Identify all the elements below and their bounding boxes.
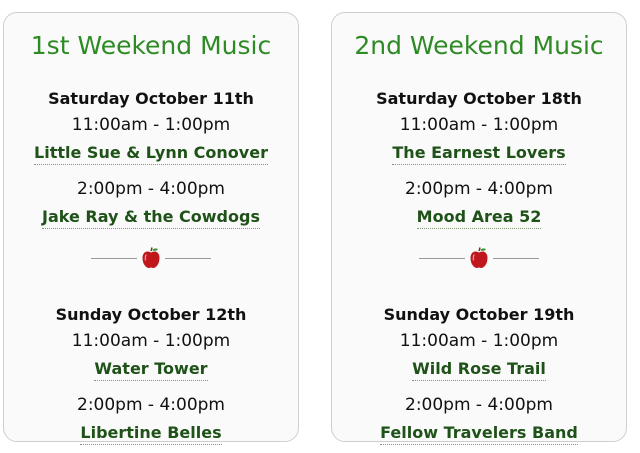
- day-heading: Sunday October 19th: [383, 305, 575, 324]
- band-link[interactable]: Water Tower: [94, 359, 208, 381]
- weekend-card-2: 2nd Weekend Music Saturday October 18th …: [331, 12, 627, 445]
- band-link[interactable]: Jake Ray & the Cowdogs: [42, 207, 260, 229]
- day-heading: Saturday October 11th: [48, 89, 254, 108]
- set-time: 11:00am - 1:00pm: [399, 331, 559, 351]
- card-title: 2nd Weekend Music: [354, 31, 604, 60]
- day-heading: Saturday October 18th: [376, 89, 582, 108]
- apple-icon: [142, 247, 160, 268]
- divider-line: [91, 257, 137, 259]
- band-link[interactable]: Mood Area 52: [416, 207, 542, 229]
- set-time: 2:00pm - 4:00pm: [405, 179, 553, 199]
- card-title: 1st Weekend Music: [30, 31, 272, 60]
- band-link[interactable]: The Earnest Lovers: [392, 143, 566, 165]
- band-link[interactable]: Little Sue & Lynn Conover: [34, 143, 268, 165]
- section-divider: [332, 247, 626, 269]
- divider-line: [493, 257, 539, 259]
- set-time: 11:00am - 1:00pm: [399, 115, 559, 135]
- set-time: 2:00pm - 4:00pm: [77, 179, 225, 199]
- band-link[interactable]: Fellow Travelers Band: [380, 423, 578, 445]
- apple-icon: [470, 247, 488, 268]
- section-divider: [4, 247, 298, 269]
- day-heading: Sunday October 12th: [55, 305, 247, 324]
- band-link[interactable]: Wild Rose Trail: [412, 359, 546, 381]
- band-link[interactable]: Libertine Belles: [80, 423, 222, 445]
- weekend-card-1: 1st Weekend Music Saturday October 11th …: [3, 12, 299, 445]
- divider-line: [165, 257, 211, 259]
- set-time: 11:00am - 1:00pm: [71, 115, 231, 135]
- set-time: 11:00am - 1:00pm: [71, 331, 231, 351]
- set-time: 2:00pm - 4:00pm: [77, 395, 225, 415]
- divider-line: [419, 257, 465, 259]
- set-time: 2:00pm - 4:00pm: [405, 395, 553, 415]
